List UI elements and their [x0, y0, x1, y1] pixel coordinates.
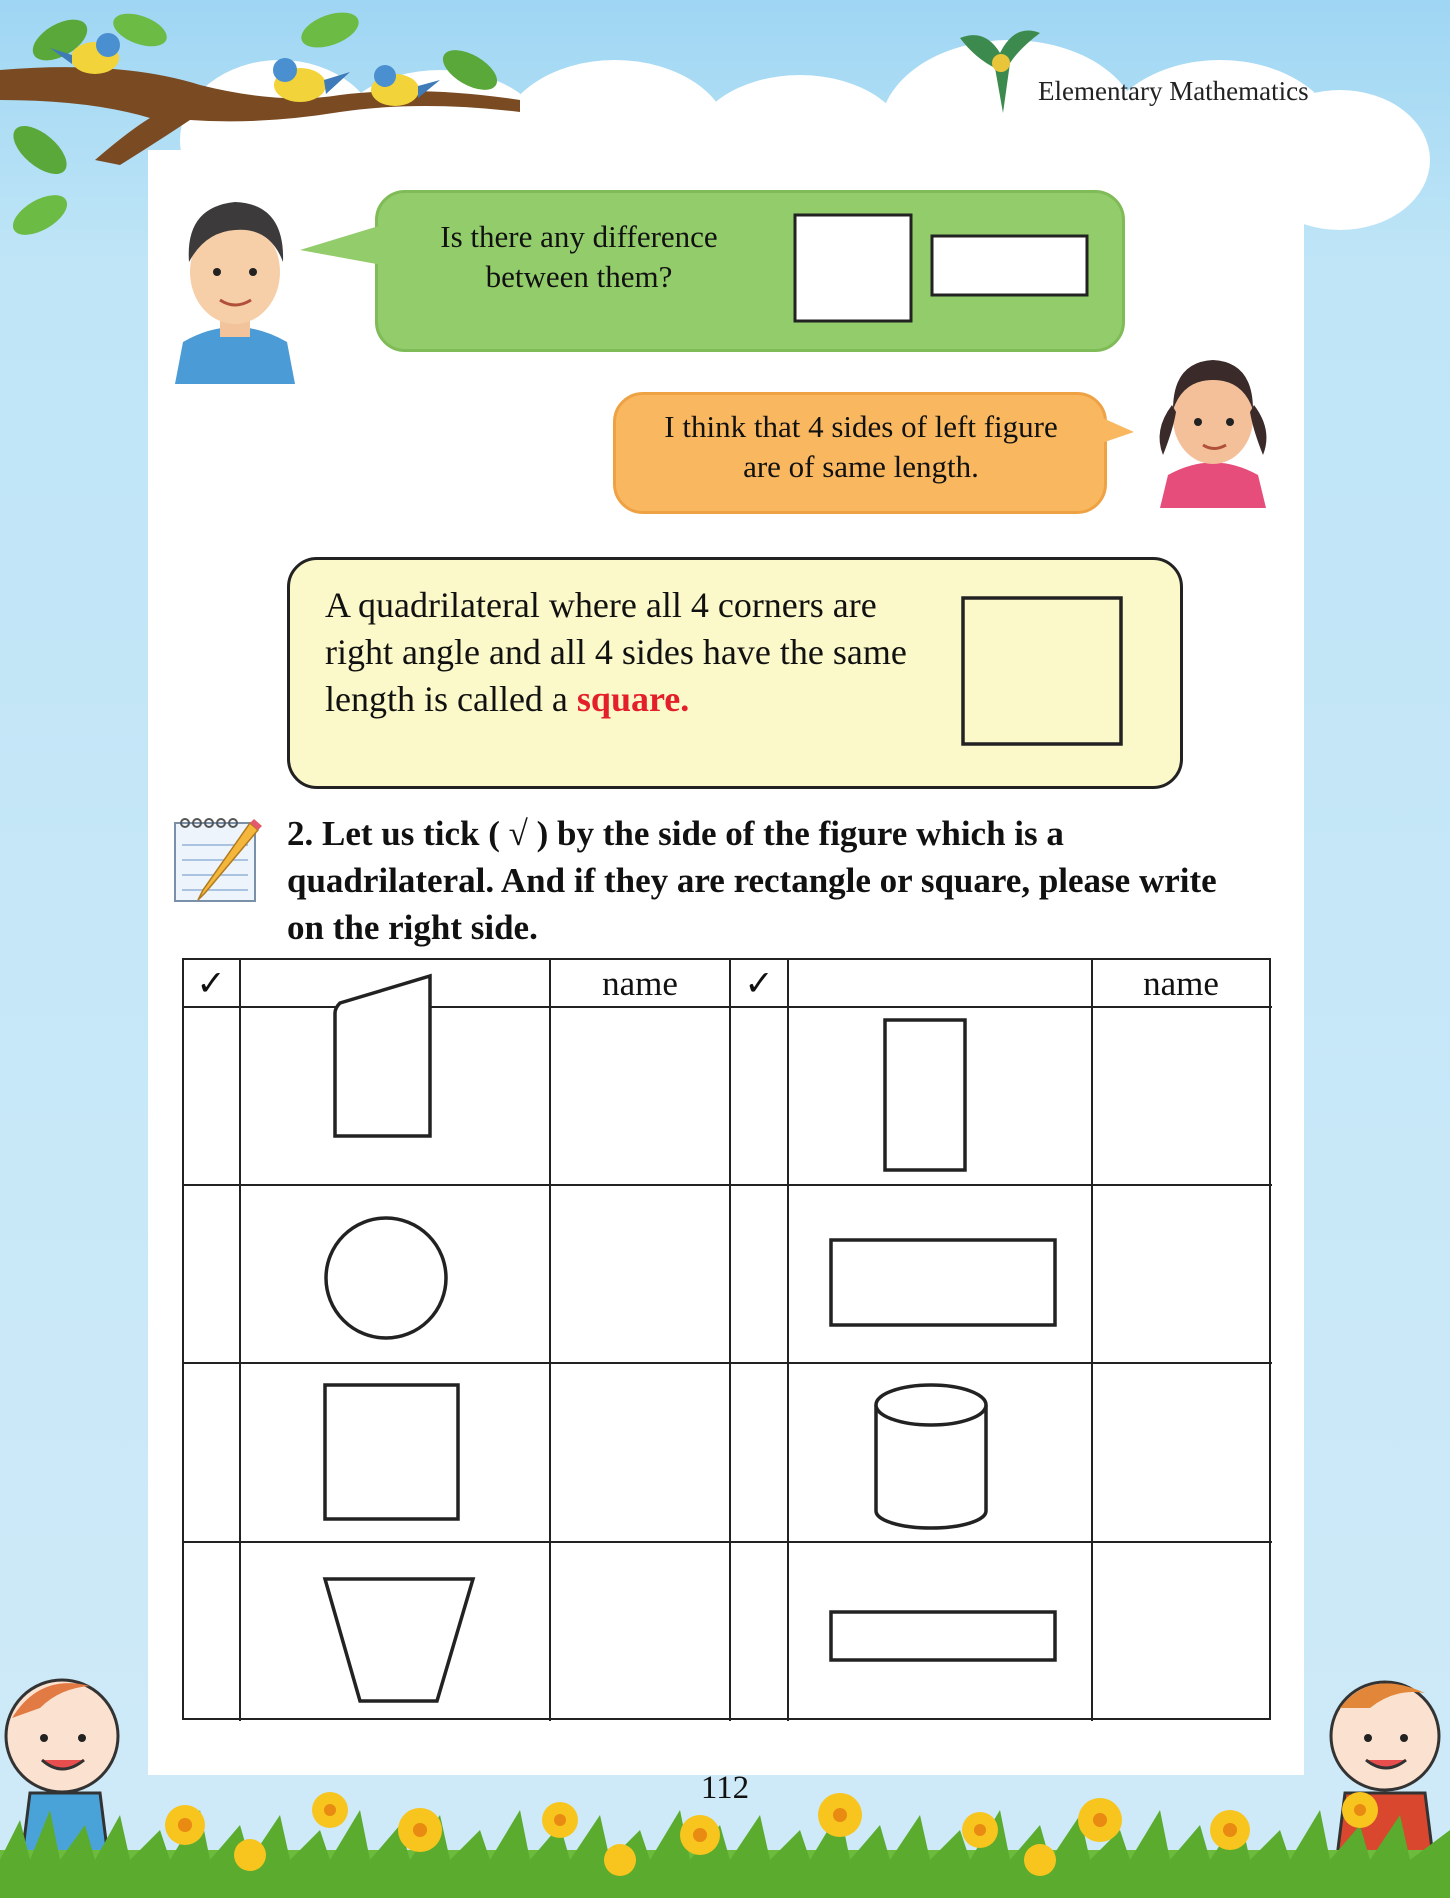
exercise-text: Let us tick ( √ ) by the side of the fig… [287, 814, 1217, 947]
girl-speech-bubble: I think that 4 sides of left figure are … [613, 392, 1107, 514]
page-number: 112 [700, 1770, 750, 1806]
tick-column-header-right: ✓ [744, 964, 773, 1003]
bubble-line: Is there any difference [440, 219, 718, 254]
square-shape [323, 1383, 460, 1521]
exercise-number: 2. [287, 814, 314, 853]
cylinder-shape [874, 1383, 988, 1530]
thin-rectangle-shape [829, 1610, 1057, 1662]
shape-classification-table: ✓ name ✓ name [182, 958, 1272, 1721]
bubble-line: I think that 4 sides of left figure [664, 409, 1058, 444]
bubble-tail [300, 225, 382, 265]
notebook-pencil-icon [174, 818, 262, 902]
square-example [961, 596, 1123, 746]
definition-highlight: square. [576, 679, 690, 719]
bubble-line: are of same length. [743, 449, 979, 484]
book-title: Elementary Mathematics [1038, 76, 1309, 106]
rectangle-shape [930, 234, 1089, 297]
exercise-instruction: 2. Let us tick ( √ ) by the side of the … [287, 810, 1257, 951]
wide-rectangle-shape [829, 1238, 1057, 1327]
circle-shape [324, 1216, 448, 1340]
name-column-header-right: name [1143, 964, 1219, 1003]
boy-illustration [175, 202, 295, 384]
definition-text: A quadrilateral where all 4 corners are … [325, 582, 945, 723]
square-definition-box: A quadrilateral where all 4 corners are … [287, 557, 1183, 789]
square-shape [793, 213, 913, 323]
girl-illustration [1159, 360, 1267, 508]
bubble-line: between them? [485, 259, 673, 294]
name-column-header-left: name [602, 964, 678, 1003]
right-trapezium-shape [333, 973, 432, 1138]
tall-rectangle-shape [883, 1018, 967, 1172]
tick-column-header-left: ✓ [196, 964, 225, 1003]
compare-shapes [793, 213, 1089, 323]
bubble-tail [1096, 415, 1134, 445]
flying-bird-icon [960, 30, 1040, 113]
